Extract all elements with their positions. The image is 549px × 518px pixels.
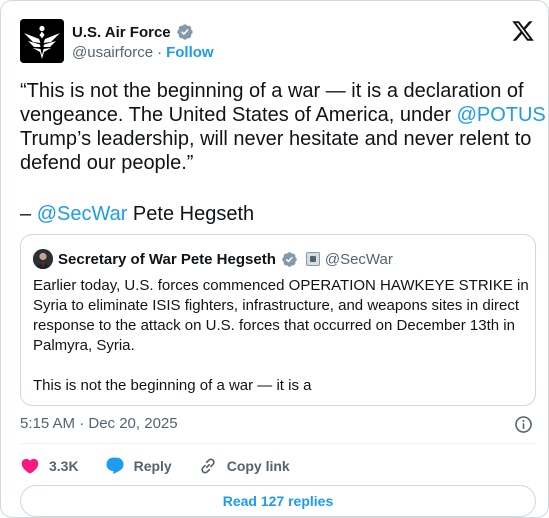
post-text-line: Trump’s leadership, will never hesitate … <box>20 128 532 150</box>
post-text-line: vengeance. The United States of America,… <box>20 104 546 126</box>
air-force-wings-logo-icon <box>20 19 64 63</box>
post-text-line: defend our people.” <box>20 152 194 174</box>
like-button[interactable]: 3.3K <box>20 456 79 476</box>
info-icon[interactable] <box>514 415 533 434</box>
author-name-row: U.S. Air Force <box>72 21 194 43</box>
quoted-text-line: Earlier today, U.S. forces commenced OPE… <box>33 277 529 294</box>
quoted-author-handle: @SecWar <box>324 250 393 268</box>
copy-link-label: Copy link <box>226 458 290 474</box>
quoted-author-name: Secretary of War Pete Hegseth <box>58 250 276 268</box>
verified-badge-icon <box>281 251 298 268</box>
read-replies-button[interactable]: Read 127 replies <box>20 485 536 517</box>
verified-badge-icon[interactable] <box>176 23 194 41</box>
link-icon <box>198 456 218 476</box>
copy-link-button[interactable]: Copy link <box>198 456 290 476</box>
x-logo-icon[interactable] <box>511 19 535 43</box>
like-count: 3.3K <box>49 458 79 474</box>
divider <box>20 443 536 444</box>
quoted-text-truncated: This is not the beginning of a war — it … <box>33 377 312 394</box>
post-text: “This is not the beginning of a war — it… <box>20 79 546 175</box>
government-affiliation-badge-icon <box>305 252 320 266</box>
separator-dot: · <box>157 44 163 61</box>
heart-icon <box>20 456 40 476</box>
action-bar: 3.3K Reply Copy link <box>20 454 316 478</box>
post-timestamp[interactable]: 5:15 AM · Dec 20, 2025 <box>20 415 178 432</box>
post-signature: – @SecWar Pete Hegseth <box>20 203 255 225</box>
mention-link[interactable]: @POTUS <box>457 104 546 126</box>
post-text-line: “This is not the beginning of a war — it… <box>20 80 524 102</box>
embedded-post-card: U.S. Air Force @usairforce · Follow “Thi… <box>0 0 549 518</box>
quoted-post[interactable]: Secretary of War Pete Hegseth @SecWar Ea… <box>20 234 536 406</box>
quoted-post-text: Earlier today, U.S. forces commenced OPE… <box>33 276 529 356</box>
author-handle[interactable]: @usairforce <box>72 44 153 61</box>
reply-label: Reply <box>133 458 172 474</box>
mention-link[interactable]: @SecWar <box>37 203 128 225</box>
reply-button[interactable]: Reply <box>105 456 172 476</box>
quoted-author-avatar <box>33 249 53 269</box>
quoted-text-line: response to the attack on U.S. forces th… <box>33 317 515 334</box>
author-name[interactable]: U.S. Air Force <box>72 24 171 41</box>
speech-bubble-icon <box>105 456 125 476</box>
author-avatar[interactable] <box>20 19 64 63</box>
quoted-text-line: Palmyra, Syria. <box>33 337 135 354</box>
quoted-author-row: Secretary of War Pete Hegseth @SecWar <box>58 248 393 270</box>
author-handle-row: @usairforce · Follow <box>72 44 214 61</box>
quoted-text-line: Syria to eliminate ISIS fighters, infras… <box>33 297 520 314</box>
follow-button[interactable]: Follow <box>166 44 214 61</box>
